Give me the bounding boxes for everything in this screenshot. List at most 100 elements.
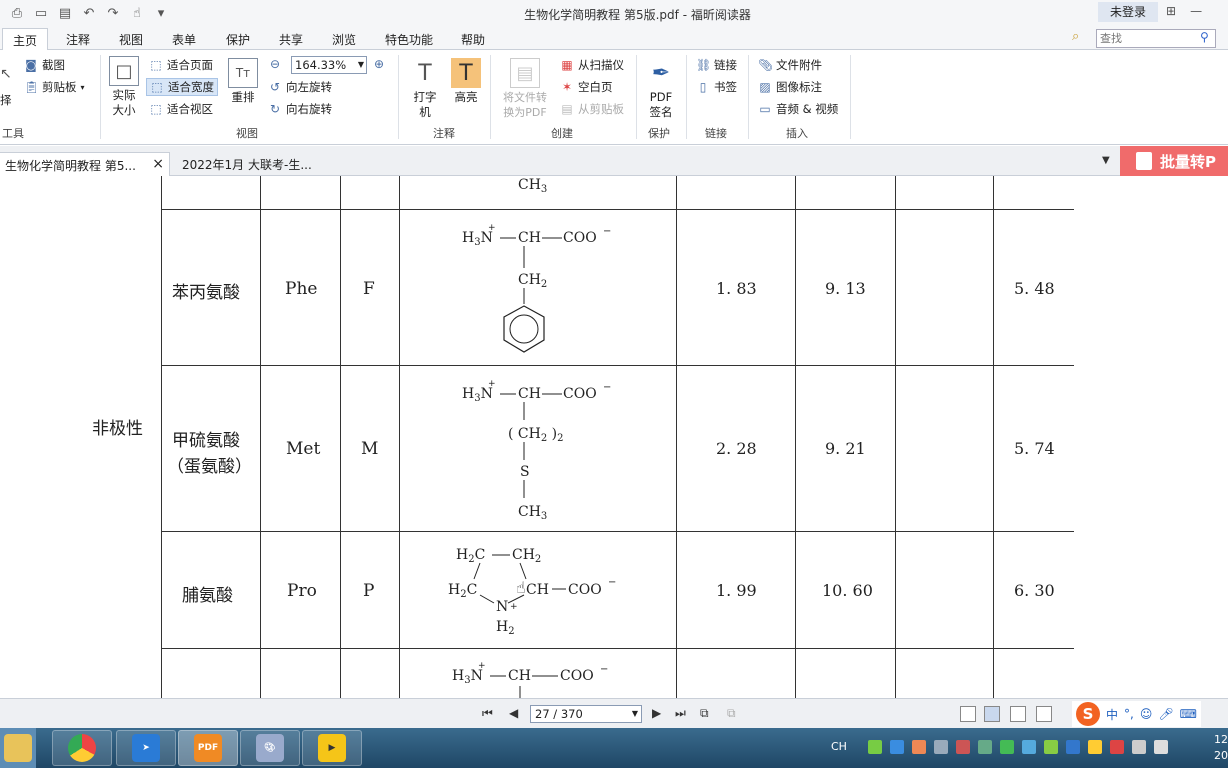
tab-list-dropdown-icon[interactable]: ▼ bbox=[1102, 155, 1110, 166]
rotate-left-icon: ↺ bbox=[269, 80, 281, 94]
tab-form[interactable]: 表单 bbox=[172, 31, 196, 48]
ime-mode[interactable]: 中 bbox=[1106, 706, 1118, 723]
minimize-icon[interactable]: — bbox=[1190, 4, 1202, 18]
next-view-icon[interactable]: ⧉ bbox=[727, 706, 736, 721]
tab-share[interactable]: 共享 bbox=[279, 31, 303, 48]
paint-icon: 🎨︎ bbox=[256, 734, 284, 762]
sogou-ime-icon[interactable]: S bbox=[1076, 702, 1100, 726]
reflow-button[interactable]: Tт 重排 bbox=[228, 58, 258, 105]
emoji-icon[interactable]: ☺ bbox=[1140, 707, 1153, 721]
zoom-out-button[interactable]: ⊖ bbox=[268, 57, 282, 71]
insert-group-label: 插入 bbox=[786, 127, 808, 140]
app-tray-icon[interactable] bbox=[978, 740, 992, 754]
actual-size-button[interactable]: □ 实际大小 bbox=[108, 56, 140, 118]
punctuation-icon[interactable]: °, bbox=[1124, 707, 1134, 721]
reflow-label: 重排 bbox=[231, 90, 255, 104]
table-border bbox=[260, 176, 261, 698]
login-button[interactable]: 未登录 bbox=[1098, 2, 1158, 22]
volume-icon[interactable] bbox=[1154, 740, 1168, 754]
highlight-button[interactable]: T 高亮 bbox=[450, 58, 482, 105]
tab-comment[interactable]: 注释 bbox=[66, 31, 90, 48]
feishu-taskbar-button[interactable]: ➤ bbox=[116, 730, 176, 766]
battery-icon[interactable] bbox=[868, 740, 882, 754]
foxit-taskbar-button[interactable]: PDF bbox=[178, 730, 238, 766]
app-tray-icon[interactable] bbox=[1066, 740, 1080, 754]
single-page-view-icon[interactable] bbox=[960, 706, 976, 722]
rotate-left-button[interactable]: ↺ 向左旋转 bbox=[268, 79, 332, 95]
security-shield-icon[interactable] bbox=[1000, 740, 1014, 754]
bluetooth-icon[interactable] bbox=[890, 740, 904, 754]
select-tool-button[interactable]: 择 ↖ bbox=[0, 66, 12, 107]
fit-width-label: 适合宽度 bbox=[168, 80, 214, 94]
from-clipboard-button[interactable]: ▤ 从剪贴板 bbox=[560, 101, 624, 117]
fit-view-button[interactable]: ⬚ 适合视区 bbox=[149, 101, 213, 117]
app-tray-icon[interactable] bbox=[1022, 740, 1036, 754]
last-page-icon[interactable]: ⏭ bbox=[675, 706, 686, 721]
facing-view-icon[interactable] bbox=[1010, 706, 1026, 722]
zoom-select[interactable]: 164.33% ▼ bbox=[291, 56, 367, 74]
link-button[interactable]: ⛓ 链接 bbox=[696, 57, 737, 73]
zoom-value: 164.33% bbox=[295, 58, 347, 72]
batch-convert-button[interactable]: 批量转P bbox=[1120, 146, 1228, 176]
app-tray-icon[interactable] bbox=[912, 740, 926, 754]
document-view[interactable]: 非极性 CH3 苯丙氨酸 Phe F 1. 83 9. 13 5. 48 H3N… bbox=[0, 176, 1228, 698]
close-icon[interactable]: × bbox=[152, 156, 164, 172]
tab-view[interactable]: 视图 bbox=[119, 31, 143, 48]
tab-help[interactable]: 帮助 bbox=[461, 31, 485, 48]
tab-protect[interactable]: 保护 bbox=[226, 31, 250, 48]
doc-tab-label: 2022年1月 大联考-生... bbox=[182, 158, 312, 172]
app-tray-icon[interactable] bbox=[956, 740, 970, 754]
app-tray-icon[interactable] bbox=[1110, 740, 1124, 754]
blank-page-button[interactable]: ✶ 空白页 bbox=[560, 79, 613, 95]
next-page-icon[interactable]: ▶ bbox=[652, 706, 661, 720]
tab-features[interactable]: 特色功能 bbox=[385, 31, 433, 48]
app-tray-icon[interactable] bbox=[1088, 740, 1102, 754]
rotate-right-button[interactable]: ↻ 向右旋转 bbox=[268, 101, 332, 117]
doc-tab[interactable]: 2022年1月 大联考-生... bbox=[176, 152, 326, 176]
bookmark-button[interactable]: ▯ 书签 bbox=[696, 79, 737, 95]
app-tray-icon[interactable] bbox=[934, 740, 948, 754]
player-taskbar-button[interactable]: ▶ bbox=[302, 730, 362, 766]
search-input[interactable] bbox=[1096, 29, 1216, 48]
zoom-in-button[interactable]: ⊕ bbox=[372, 57, 386, 71]
clock[interactable]: 12 20 bbox=[1214, 732, 1228, 764]
network-signal-icon[interactable] bbox=[1132, 740, 1146, 754]
from-scanner-button[interactable]: ▦ 从扫描仪 bbox=[560, 57, 624, 73]
microphone-icon[interactable]: 🎤︎ bbox=[1158, 707, 1173, 721]
fit-page-button[interactable]: ⬚ 适合页面 bbox=[149, 57, 213, 73]
clipboard-button[interactable]: 📋︎ 剪贴板 ▾ bbox=[24, 79, 85, 95]
proline-structure: H2C CH2 H2C N + CH COO − H2 bbox=[448, 547, 616, 637]
image-annotation-button[interactable]: ▨ 图像标注 bbox=[758, 79, 822, 95]
table-border bbox=[993, 176, 994, 698]
previous-page-icon[interactable]: ◀ bbox=[509, 706, 518, 720]
group-divider bbox=[850, 55, 851, 139]
tab-home[interactable]: 主页 bbox=[2, 28, 49, 51]
folder-search-icon[interactable]: ⌕ bbox=[1072, 29, 1092, 44]
continuous-facing-view-icon[interactable] bbox=[1036, 706, 1052, 722]
audio-video-button[interactable]: ▭ 音频 & 视频 bbox=[758, 101, 838, 117]
keyboard-icon[interactable]: ⌨ bbox=[1180, 707, 1197, 721]
first-page-icon[interactable]: ⏮ bbox=[482, 706, 493, 721]
input-language[interactable]: CH bbox=[831, 740, 847, 753]
chrome-taskbar-button[interactable] bbox=[52, 730, 112, 766]
app-tray-icon[interactable] bbox=[1044, 740, 1058, 754]
page-number-select[interactable]: 27 / 370 ▼ bbox=[530, 705, 642, 723]
explorer-icon[interactable] bbox=[0, 728, 36, 768]
doc-tab-active[interactable]: 生物化学简明教程 第5... × bbox=[0, 152, 170, 176]
bookmark-label: 书签 bbox=[714, 80, 737, 94]
layout-icon[interactable]: ⊞ bbox=[1166, 4, 1176, 18]
screenshot-button[interactable]: ◙ 截图 bbox=[24, 57, 65, 73]
search-icon[interactable]: ⚲ bbox=[1200, 30, 1209, 44]
typewriter-button[interactable]: T 打字机 bbox=[410, 58, 440, 120]
continuous-view-icon[interactable] bbox=[984, 706, 1000, 722]
convert-to-pdf-button[interactable]: ▤ 将文件转换为PDF bbox=[499, 58, 551, 120]
rotate-right-icon: ↻ bbox=[269, 102, 281, 116]
file-attachment-label: 文件附件 bbox=[776, 58, 822, 72]
paint-taskbar-button[interactable]: 🎨︎ bbox=[240, 730, 300, 766]
svg-text:+: + bbox=[510, 602, 518, 612]
previous-view-icon[interactable]: ⧉ bbox=[700, 706, 709, 721]
tab-browse[interactable]: 浏览 bbox=[332, 31, 356, 48]
pdf-sign-button[interactable]: ✒ PDF签名 bbox=[644, 58, 678, 120]
file-attachment-button[interactable]: 📎︎ 文件附件 bbox=[758, 57, 822, 73]
fit-width-button[interactable]: ⬚ 适合宽度 bbox=[146, 78, 218, 96]
